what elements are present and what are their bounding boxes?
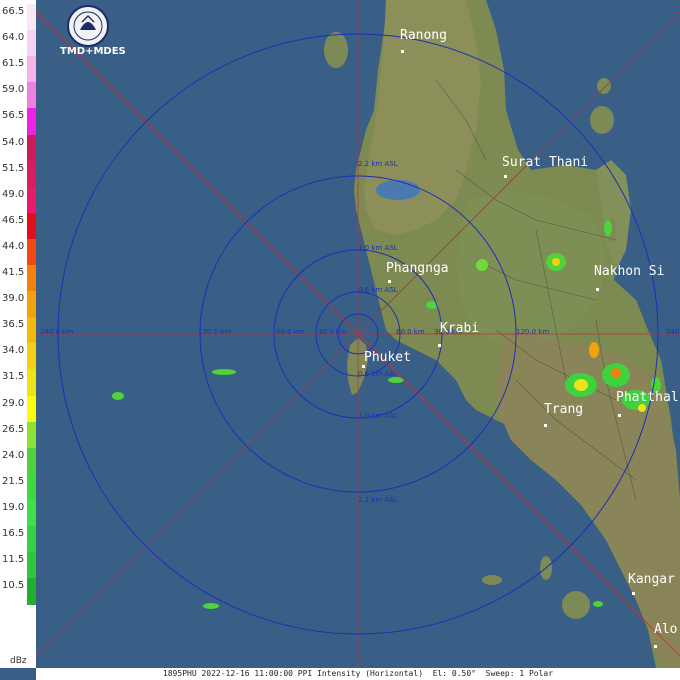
legend-swatch (27, 552, 36, 580)
radar-map[interactable]: 240.0 km 240 120.0 km 120.0 km 60.0 km 6… (35, 0, 680, 668)
legend-level-label: 39.0 (2, 293, 25, 305)
legend-swatch (27, 343, 36, 371)
ring-label-240-left: 240.0 km (40, 328, 74, 336)
island-phangan (597, 78, 611, 94)
legend-swatch (27, 447, 36, 475)
legend-level-label: 64.0 (2, 32, 25, 44)
legend-swatch (27, 291, 36, 319)
height-label-bottom-middle: 1.0 km ASL (358, 412, 398, 420)
legend-swatch (27, 499, 36, 527)
legend-level-label: 44.0 (2, 240, 25, 252)
legend-level-label: 66.5 (2, 6, 25, 17)
legend-swatch (27, 82, 36, 110)
city-label-alo: Alo (654, 622, 678, 637)
ring-label-60-right: 60.0 km (396, 328, 425, 336)
city-marker-kangar (632, 592, 635, 595)
height-label-bottom-inner: 0.6 km ASL (358, 370, 398, 378)
city-marker-nakhon-si (596, 288, 599, 291)
legend-swatch (27, 265, 36, 292)
dbz-color-scale: 66.5 64.0 61.5 59.0 56.5 54.0 51.5 49.0 46.5 44.0… (0, 0, 36, 668)
legend-level-label: 10.5 (2, 580, 25, 592)
ring-label-30-left: 30.0 km (318, 328, 347, 336)
legend-swatch (27, 369, 36, 397)
logo-text: TMD+MDES (60, 46, 126, 57)
city-marker-alo (654, 645, 657, 648)
legend-swatch (27, 160, 36, 188)
legend-swatch (27, 56, 36, 84)
height-label-bottom-outer: 2.2 km ASL (358, 496, 398, 504)
legend-swatch (27, 578, 36, 606)
city-marker-ranong (401, 50, 404, 53)
height-label-top-outer: 2.2 km ASL (358, 160, 398, 168)
city-label-krabi: Krabi (440, 321, 480, 336)
legend-swatch (27, 526, 36, 553)
legend-swatch (27, 108, 36, 136)
lake (376, 180, 420, 200)
legend-level-label: 29.0 (2, 397, 25, 409)
city-label-ranong: Ranong (400, 28, 447, 43)
legend-level-label: 19.0 (2, 501, 25, 513)
legend-level-label: 56.5 (2, 110, 25, 122)
city-label-phangnga: Phangnga (386, 261, 449, 276)
ring-label-240-right: 240 (666, 328, 680, 336)
legend-level-label: 24.0 (2, 449, 25, 461)
legend-unit: dBz (10, 656, 27, 666)
ring-label-120-left: 120.0 km (198, 328, 232, 336)
city-marker-krabi (438, 344, 441, 347)
legend-level-label: 54.0 (2, 136, 25, 148)
legend-level-label: 41.5 (2, 267, 25, 278)
legend-swatch (27, 395, 36, 423)
city-label-kangar: Kangar (628, 572, 675, 587)
legend-level-label: 21.5 (2, 475, 25, 487)
status-bar: 1895PHU 2022-12-16 11:00:00 PPI Intensit… (36, 668, 680, 680)
city-label-phatthal: Phatthal (616, 390, 679, 405)
legend-swatch (27, 421, 36, 449)
island-north (324, 32, 348, 68)
city-marker-surat-thani (504, 175, 507, 178)
radar-map-canvas (35, 0, 680, 668)
legend-swatch (27, 30, 36, 58)
legend-level-label: 61.5 (2, 58, 25, 70)
legend-level-label: 49.0 (2, 188, 25, 200)
legend-level-label: 11.5 (2, 554, 25, 566)
island-samui (590, 106, 614, 134)
legend-level-label: 46.5 (2, 214, 25, 226)
legend-swatch (27, 238, 36, 266)
city-label-surat-thani: Surat Thani (502, 155, 589, 170)
legend-level-label: 34.0 (2, 345, 25, 357)
legend-level-label: 36.5 (2, 319, 25, 331)
island-langkawi (562, 591, 590, 619)
height-label-top-inner: 0.6 km ASL (358, 286, 398, 294)
city-label-phuket: Phuket (364, 350, 411, 365)
legend-level-label: 59.0 (2, 84, 25, 96)
ring-label-120-right: 120.0 km (516, 328, 550, 336)
city-marker-phatthal (618, 414, 621, 417)
height-label-top-middle: 1.0 km ASL (358, 244, 398, 252)
legend-level-label: 51.5 (2, 162, 25, 174)
city-label-trang: Trang (544, 402, 584, 417)
island-small (482, 575, 502, 585)
legend-level-label: 31.5 (2, 371, 25, 383)
legend-swatch (27, 212, 36, 240)
legend-swatch (27, 317, 36, 345)
legend-swatch (27, 473, 36, 501)
legend-swatch (27, 4, 36, 31)
city-marker-trang (544, 424, 547, 427)
legend-level-label: 26.5 (2, 423, 25, 435)
city-marker-phuket (362, 365, 365, 368)
legend-level-label: 16.5 (2, 528, 25, 539)
city-marker-phangnga (388, 280, 391, 283)
city-label-nakhon-si: Nakhon Si (594, 264, 665, 279)
legend-swatch (27, 186, 36, 214)
ring-label-60-left: 60.0 km (276, 328, 305, 336)
legend-swatch (27, 134, 36, 162)
